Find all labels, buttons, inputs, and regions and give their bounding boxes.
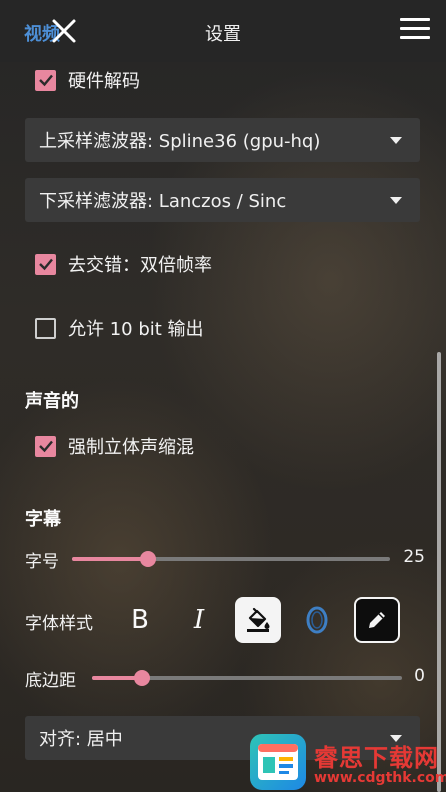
menu-button[interactable] xyxy=(400,18,430,44)
hw-decode-checkbox[interactable] xyxy=(35,69,56,91)
deinterlace-label: 去交错：双倍帧率 xyxy=(68,255,212,276)
font-size-slider-fill xyxy=(72,557,149,561)
audio-section-title: 声音的 xyxy=(25,391,79,412)
pen-color-button[interactable] xyxy=(354,597,400,643)
bold-icon: B xyxy=(131,605,149,635)
upscale-filter-value: 上采样滤波器: Spline36 (gpu-hq) xyxy=(39,131,321,152)
hamburger-menu-icon xyxy=(400,18,430,39)
allow-10bit-label: 允许 10 bit 输出 xyxy=(68,319,204,340)
downmix-checkbox-row[interactable]: 强制立体声缩混 xyxy=(35,433,194,459)
dropdown-arrow-icon xyxy=(390,196,402,204)
downmix-checkbox[interactable] xyxy=(35,435,56,457)
check-icon xyxy=(38,74,53,87)
upscale-filter-dropdown[interactable]: 上采样滤波器: Spline36 (gpu-hq) xyxy=(25,118,420,162)
bottom-margin-value: 0 xyxy=(414,666,425,686)
outline-ring-icon xyxy=(306,606,328,634)
downscale-filter-dropdown[interactable]: 下采样滤波器: Lanczos / Sinc xyxy=(25,178,420,222)
pen-icon xyxy=(369,612,385,628)
watermark-logo-icon xyxy=(250,734,306,790)
scrollbar[interactable] xyxy=(437,352,441,792)
font-style-row: 字体样式 B I xyxy=(25,595,425,645)
font-size-value: 25 xyxy=(403,547,425,567)
font-size-slider-row: 字号 25 xyxy=(25,544,425,574)
check-icon xyxy=(38,258,53,271)
downscale-filter-value: 下采样滤波器: Lanczos / Sinc xyxy=(39,191,287,212)
watermark-url: www.cdgthk.com xyxy=(314,770,446,786)
top-bar: 视频 设置 xyxy=(0,0,446,62)
font-size-slider[interactable] xyxy=(72,551,390,567)
downmix-label: 强制立体声缩混 xyxy=(68,437,194,458)
hw-decode-label: 硬件解码 xyxy=(68,71,140,92)
italic-icon: I xyxy=(193,605,205,635)
font-style-label: 字体样式 xyxy=(25,614,93,634)
watermark-title: 睿思下载网 xyxy=(314,744,439,772)
allow-10bit-checkbox[interactable] xyxy=(35,317,56,339)
fill-color-button[interactable] xyxy=(235,597,281,643)
dropdown-arrow-icon xyxy=(390,136,402,144)
hw-decode-checkbox-row[interactable]: 硬件解码 xyxy=(35,67,140,93)
deinterlace-checkbox[interactable] xyxy=(35,253,56,275)
page-title: 设置 xyxy=(205,24,241,45)
paint-bucket-icon xyxy=(247,607,270,632)
subtitles-section-title: 字幕 xyxy=(25,509,61,530)
site-watermark: 睿思下载网 www.cdgthk.com xyxy=(250,734,446,792)
italic-button[interactable]: I xyxy=(176,597,222,643)
bottom-margin-slider-row: 底边距 0 xyxy=(25,663,425,693)
font-size-slider-thumb[interactable] xyxy=(140,551,157,567)
bottom-margin-slider[interactable] xyxy=(92,670,402,686)
deinterlace-checkbox-row[interactable]: 去交错：双倍帧率 xyxy=(35,251,212,277)
bottom-margin-label: 底边距 xyxy=(25,671,76,691)
allow-10bit-checkbox-row[interactable]: 允许 10 bit 输出 xyxy=(35,315,204,341)
bottom-margin-slider-thumb[interactable] xyxy=(133,670,150,686)
bold-button[interactable]: B xyxy=(117,597,163,643)
outline-button[interactable] xyxy=(294,597,340,643)
settings-panel: 硬件解码 上采样滤波器: Spline36 (gpu-hq) 下采样滤波器: L… xyxy=(0,62,446,792)
font-size-label: 字号 xyxy=(25,552,59,572)
check-icon xyxy=(38,440,53,453)
